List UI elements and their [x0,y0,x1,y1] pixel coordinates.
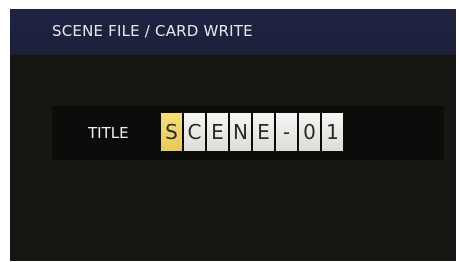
title-char-cell-6[interactable]: - [276,113,297,151]
title-char-cell-8[interactable]: 1 [322,113,343,151]
menu-title-bar: SCENE FILE / CARD WRITE [10,9,456,55]
title-char-cell-5[interactable]: E [253,113,274,151]
menu-title: SCENE FILE / CARD WRITE [52,22,253,40]
title-char-cell-4[interactable]: N [230,113,251,151]
title-char-cell-7[interactable]: 0 [299,113,320,151]
title-char-cell-2[interactable]: C [184,113,205,151]
title-char-cell-3[interactable]: E [207,113,228,151]
menu-screen: SCENE FILE / CARD WRITE TITLE S C E N E … [10,9,456,261]
title-char-cell-1[interactable]: S [161,113,182,151]
title-entry-row: TITLE S C E N E - 0 1 [52,106,444,160]
title-label: TITLE [88,124,129,142]
title-character-cells: S C E N E - 0 1 [161,113,345,151]
